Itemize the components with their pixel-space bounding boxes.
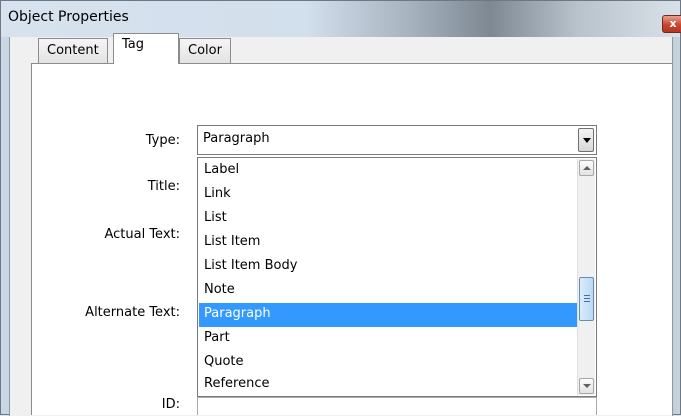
list-item[interactable]: Reference <box>199 373 577 397</box>
grip-line <box>584 301 590 302</box>
list-item[interactable]: List Item Body <box>199 255 577 279</box>
list-item[interactable]: Label <box>199 159 577 183</box>
list-item-selected[interactable]: Paragraph <box>199 303 577 327</box>
type-select[interactable]: Paragraph <box>197 125 597 155</box>
tab-color-label: Color <box>188 43 222 58</box>
type-dropdown-list[interactable]: Label Link List List Item List Item Body… <box>197 157 597 397</box>
grip-line <box>584 295 590 296</box>
list-item[interactable]: List Item <box>199 231 577 255</box>
id-label: ID: <box>161 397 180 412</box>
option-label: Link <box>204 186 231 201</box>
option-label: Quote <box>204 354 244 369</box>
option-label: List <box>204 210 227 225</box>
chevron-down-icon[interactable] <box>578 128 594 152</box>
list-item[interactable]: Note <box>199 279 577 303</box>
tab-content-label: Content <box>47 43 99 58</box>
tab-color[interactable]: Color <box>179 38 231 63</box>
option-label: List Item Body <box>204 258 298 273</box>
tab-tag-label: Tag <box>122 37 145 52</box>
list-item[interactable]: Quote <box>199 351 577 375</box>
list-item[interactable]: List <box>199 207 577 231</box>
close-button[interactable]: x <box>662 15 681 33</box>
title-bar[interactable]: Object Properties x <box>1 1 681 37</box>
list-item[interactable]: Link <box>199 183 577 207</box>
option-label: List Item <box>204 234 261 249</box>
window-title: Object Properties <box>8 9 129 25</box>
alternate-text-label: Alternate Text: <box>85 305 180 320</box>
actual-text-label: Actual Text: <box>104 227 180 242</box>
option-label: Paragraph <box>204 306 271 321</box>
list-item[interactable]: Part <box>199 327 577 351</box>
tab-tag[interactable]: Tag <box>113 33 179 64</box>
option-label: Reference <box>204 376 270 391</box>
title-label: Title: <box>147 179 180 194</box>
close-icon: x <box>669 17 677 30</box>
scroll-down-icon[interactable] <box>579 378 594 394</box>
type-label: Type: <box>145 133 180 148</box>
dropdown-scrollbar[interactable] <box>577 159 595 395</box>
option-label: Part <box>204 330 230 345</box>
scroll-thumb[interactable] <box>579 277 594 321</box>
tab-content[interactable]: Content <box>38 38 108 63</box>
option-label: Label <box>204 162 240 177</box>
type-select-value: Paragraph <box>203 131 270 146</box>
grip-line <box>584 298 590 299</box>
option-label: Note <box>204 282 235 297</box>
id-input[interactable] <box>197 397 597 415</box>
scroll-up-icon[interactable] <box>579 160 594 176</box>
